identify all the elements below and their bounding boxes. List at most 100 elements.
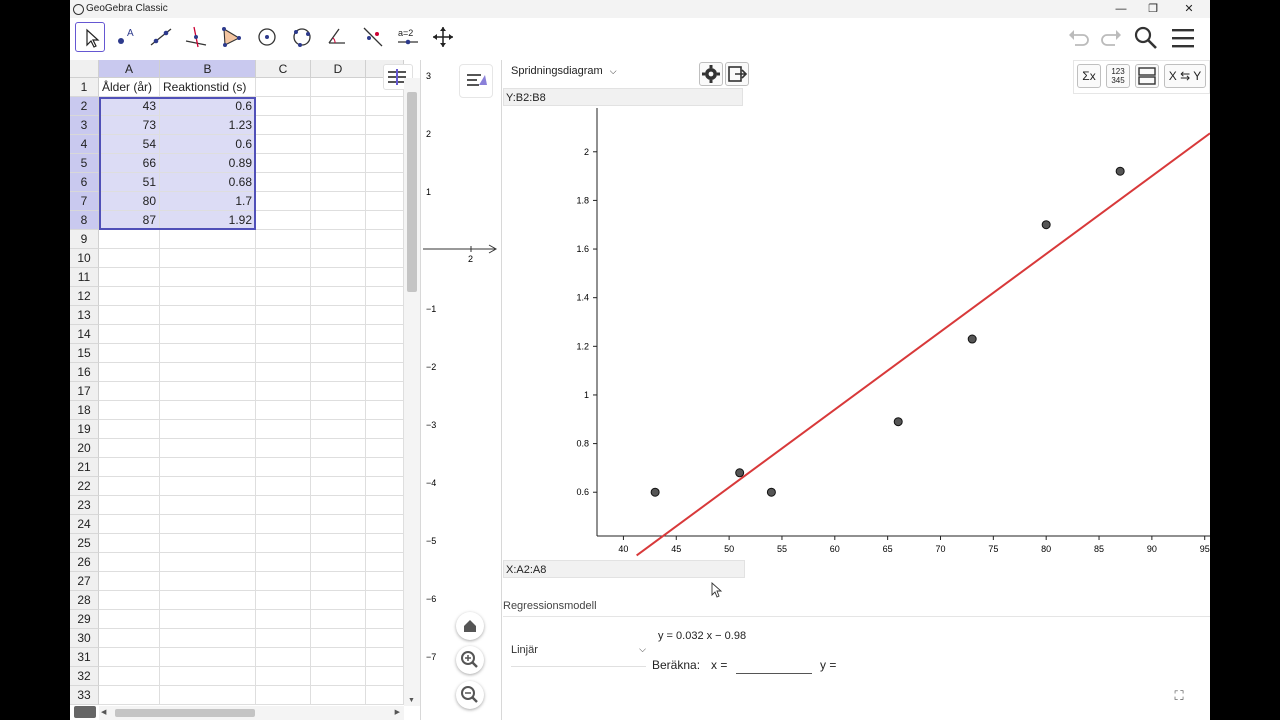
spreadsheet-cell[interactable] xyxy=(99,344,160,363)
spreadsheet-cell[interactable] xyxy=(256,325,311,344)
spreadsheet-cell[interactable] xyxy=(99,306,160,325)
row-header[interactable]: 7 xyxy=(70,192,99,211)
data-table-button[interactable]: 123 345 xyxy=(1106,64,1130,88)
spreadsheet-cell[interactable] xyxy=(256,610,311,629)
spreadsheet-cell[interactable] xyxy=(311,458,366,477)
spreadsheet-cell[interactable] xyxy=(366,325,404,344)
spreadsheet-cell[interactable] xyxy=(311,211,366,230)
spreadsheet-cell[interactable] xyxy=(311,477,366,496)
spreadsheet-cell[interactable] xyxy=(366,135,404,154)
spreadsheet-cell[interactable] xyxy=(160,287,256,306)
spreadsheet-cell[interactable] xyxy=(311,572,366,591)
plot-type-dropdown[interactable]: Spridningsdiagram ⌵ xyxy=(511,65,617,77)
spreadsheet-cell[interactable]: 51 xyxy=(99,173,160,192)
angle-tool-button[interactable] xyxy=(322,22,352,52)
spreadsheet-cell[interactable] xyxy=(99,249,160,268)
spreadsheet-cell[interactable]: 0.6 xyxy=(160,97,256,116)
spreadsheet-cell[interactable] xyxy=(256,477,311,496)
spreadsheet-cell[interactable] xyxy=(160,553,256,572)
compute-x-input[interactable] xyxy=(736,658,812,674)
data-point[interactable] xyxy=(735,468,745,478)
spreadsheet-cell[interactable]: 73 xyxy=(99,116,160,135)
horizontal-scrollbar[interactable]: ◀ ▶ xyxy=(99,706,404,720)
reflect-tool-button[interactable] xyxy=(358,22,388,52)
row-header[interactable]: 17 xyxy=(70,382,99,401)
spreadsheet-cell[interactable] xyxy=(366,458,404,477)
spreadsheet-cell[interactable] xyxy=(160,515,256,534)
spreadsheet-cell[interactable] xyxy=(256,496,311,515)
spreadsheet-cell[interactable] xyxy=(311,249,366,268)
spreadsheet-cell[interactable]: 43 xyxy=(99,97,160,116)
spreadsheet-cell[interactable] xyxy=(160,325,256,344)
spreadsheet-cell[interactable] xyxy=(99,515,160,534)
spreadsheet-cell[interactable] xyxy=(311,496,366,515)
search-button[interactable] xyxy=(1132,24,1160,52)
spreadsheet-cell[interactable] xyxy=(256,230,311,249)
data-point[interactable] xyxy=(1041,220,1051,230)
column-header-a[interactable]: A xyxy=(99,60,160,78)
spreadsheet-cell[interactable] xyxy=(99,287,160,306)
row-header[interactable]: 19 xyxy=(70,420,99,439)
spreadsheet-cell[interactable] xyxy=(99,496,160,515)
minimize-button[interactable]: — xyxy=(1106,0,1136,18)
spreadsheet-cell[interactable] xyxy=(160,477,256,496)
spreadsheet-cell[interactable] xyxy=(366,648,404,667)
spreadsheet-cell[interactable] xyxy=(256,572,311,591)
spreadsheet-cell[interactable] xyxy=(160,534,256,553)
scroll-right-arrow-icon[interactable]: ▶ xyxy=(395,708,400,716)
spreadsheet-cell[interactable] xyxy=(99,458,160,477)
spreadsheet-cell[interactable] xyxy=(366,116,404,135)
row-header[interactable]: 10 xyxy=(70,249,99,268)
circle-three-points-tool-button[interactable] xyxy=(287,22,317,52)
y-source-field[interactable]: Y:B2:B8 xyxy=(503,88,743,106)
spreadsheet-cell[interactable] xyxy=(256,553,311,572)
spreadsheet-cell[interactable] xyxy=(99,629,160,648)
spreadsheet-cell[interactable] xyxy=(160,420,256,439)
spreadsheet-cell[interactable] xyxy=(256,97,311,116)
scroll-left-arrow-icon[interactable]: ◀ xyxy=(101,708,106,716)
spreadsheet-cell[interactable] xyxy=(366,629,404,648)
spreadsheet-cell[interactable] xyxy=(256,192,311,211)
polygon-tool-button[interactable] xyxy=(216,22,246,52)
circle-center-tool-button[interactable] xyxy=(252,22,282,52)
spreadsheet-cell[interactable] xyxy=(256,344,311,363)
spreadsheet-cell[interactable] xyxy=(99,382,160,401)
row-header[interactable]: 30 xyxy=(70,629,99,648)
spreadsheet-cell[interactable] xyxy=(366,192,404,211)
spreadsheet-cell[interactable] xyxy=(366,154,404,173)
row-header[interactable]: 9 xyxy=(70,230,99,249)
keyboard-icon[interactable] xyxy=(74,706,96,718)
spreadsheet-cell[interactable] xyxy=(256,439,311,458)
spreadsheet-cell[interactable] xyxy=(366,344,404,363)
move-tool-button[interactable] xyxy=(75,22,105,52)
row-header[interactable]: 2 xyxy=(70,97,99,116)
spreadsheet-cell[interactable] xyxy=(366,382,404,401)
spreadsheet-cell[interactable]: 80 xyxy=(99,192,160,211)
horizontal-scroll-thumb[interactable] xyxy=(115,709,255,717)
x-source-field[interactable]: X:A2:A8 xyxy=(503,560,745,578)
spreadsheet-cell[interactable] xyxy=(99,268,160,287)
spreadsheet-cell[interactable] xyxy=(256,629,311,648)
spreadsheet-cell[interactable]: 0.68 xyxy=(160,173,256,192)
spreadsheet-cell[interactable] xyxy=(256,667,311,686)
close-button[interactable]: ✕ xyxy=(1174,0,1204,18)
spreadsheet-cell[interactable] xyxy=(366,515,404,534)
spreadsheet-cell[interactable] xyxy=(366,667,404,686)
spreadsheet-cell[interactable] xyxy=(99,534,160,553)
column-header-c[interactable]: C xyxy=(256,60,311,78)
two-panel-button[interactable] xyxy=(1135,64,1159,88)
row-header[interactable]: 1 xyxy=(70,78,99,97)
spreadsheet-cell[interactable] xyxy=(160,629,256,648)
spreadsheet-cell[interactable] xyxy=(311,287,366,306)
fullscreen-icon[interactable]: ⛶ xyxy=(1167,684,1191,708)
row-header[interactable]: 12 xyxy=(70,287,99,306)
spreadsheet-cell[interactable] xyxy=(99,686,160,705)
redo-button[interactable] xyxy=(1096,24,1124,52)
spreadsheet-cell[interactable] xyxy=(366,534,404,553)
spreadsheet-cell[interactable] xyxy=(256,78,311,97)
spreadsheet-cell[interactable] xyxy=(311,401,366,420)
row-header[interactable]: 33 xyxy=(70,686,99,705)
spreadsheet-cell[interactable] xyxy=(160,344,256,363)
spreadsheet-cell[interactable] xyxy=(311,610,366,629)
spreadsheet-cell[interactable] xyxy=(160,268,256,287)
